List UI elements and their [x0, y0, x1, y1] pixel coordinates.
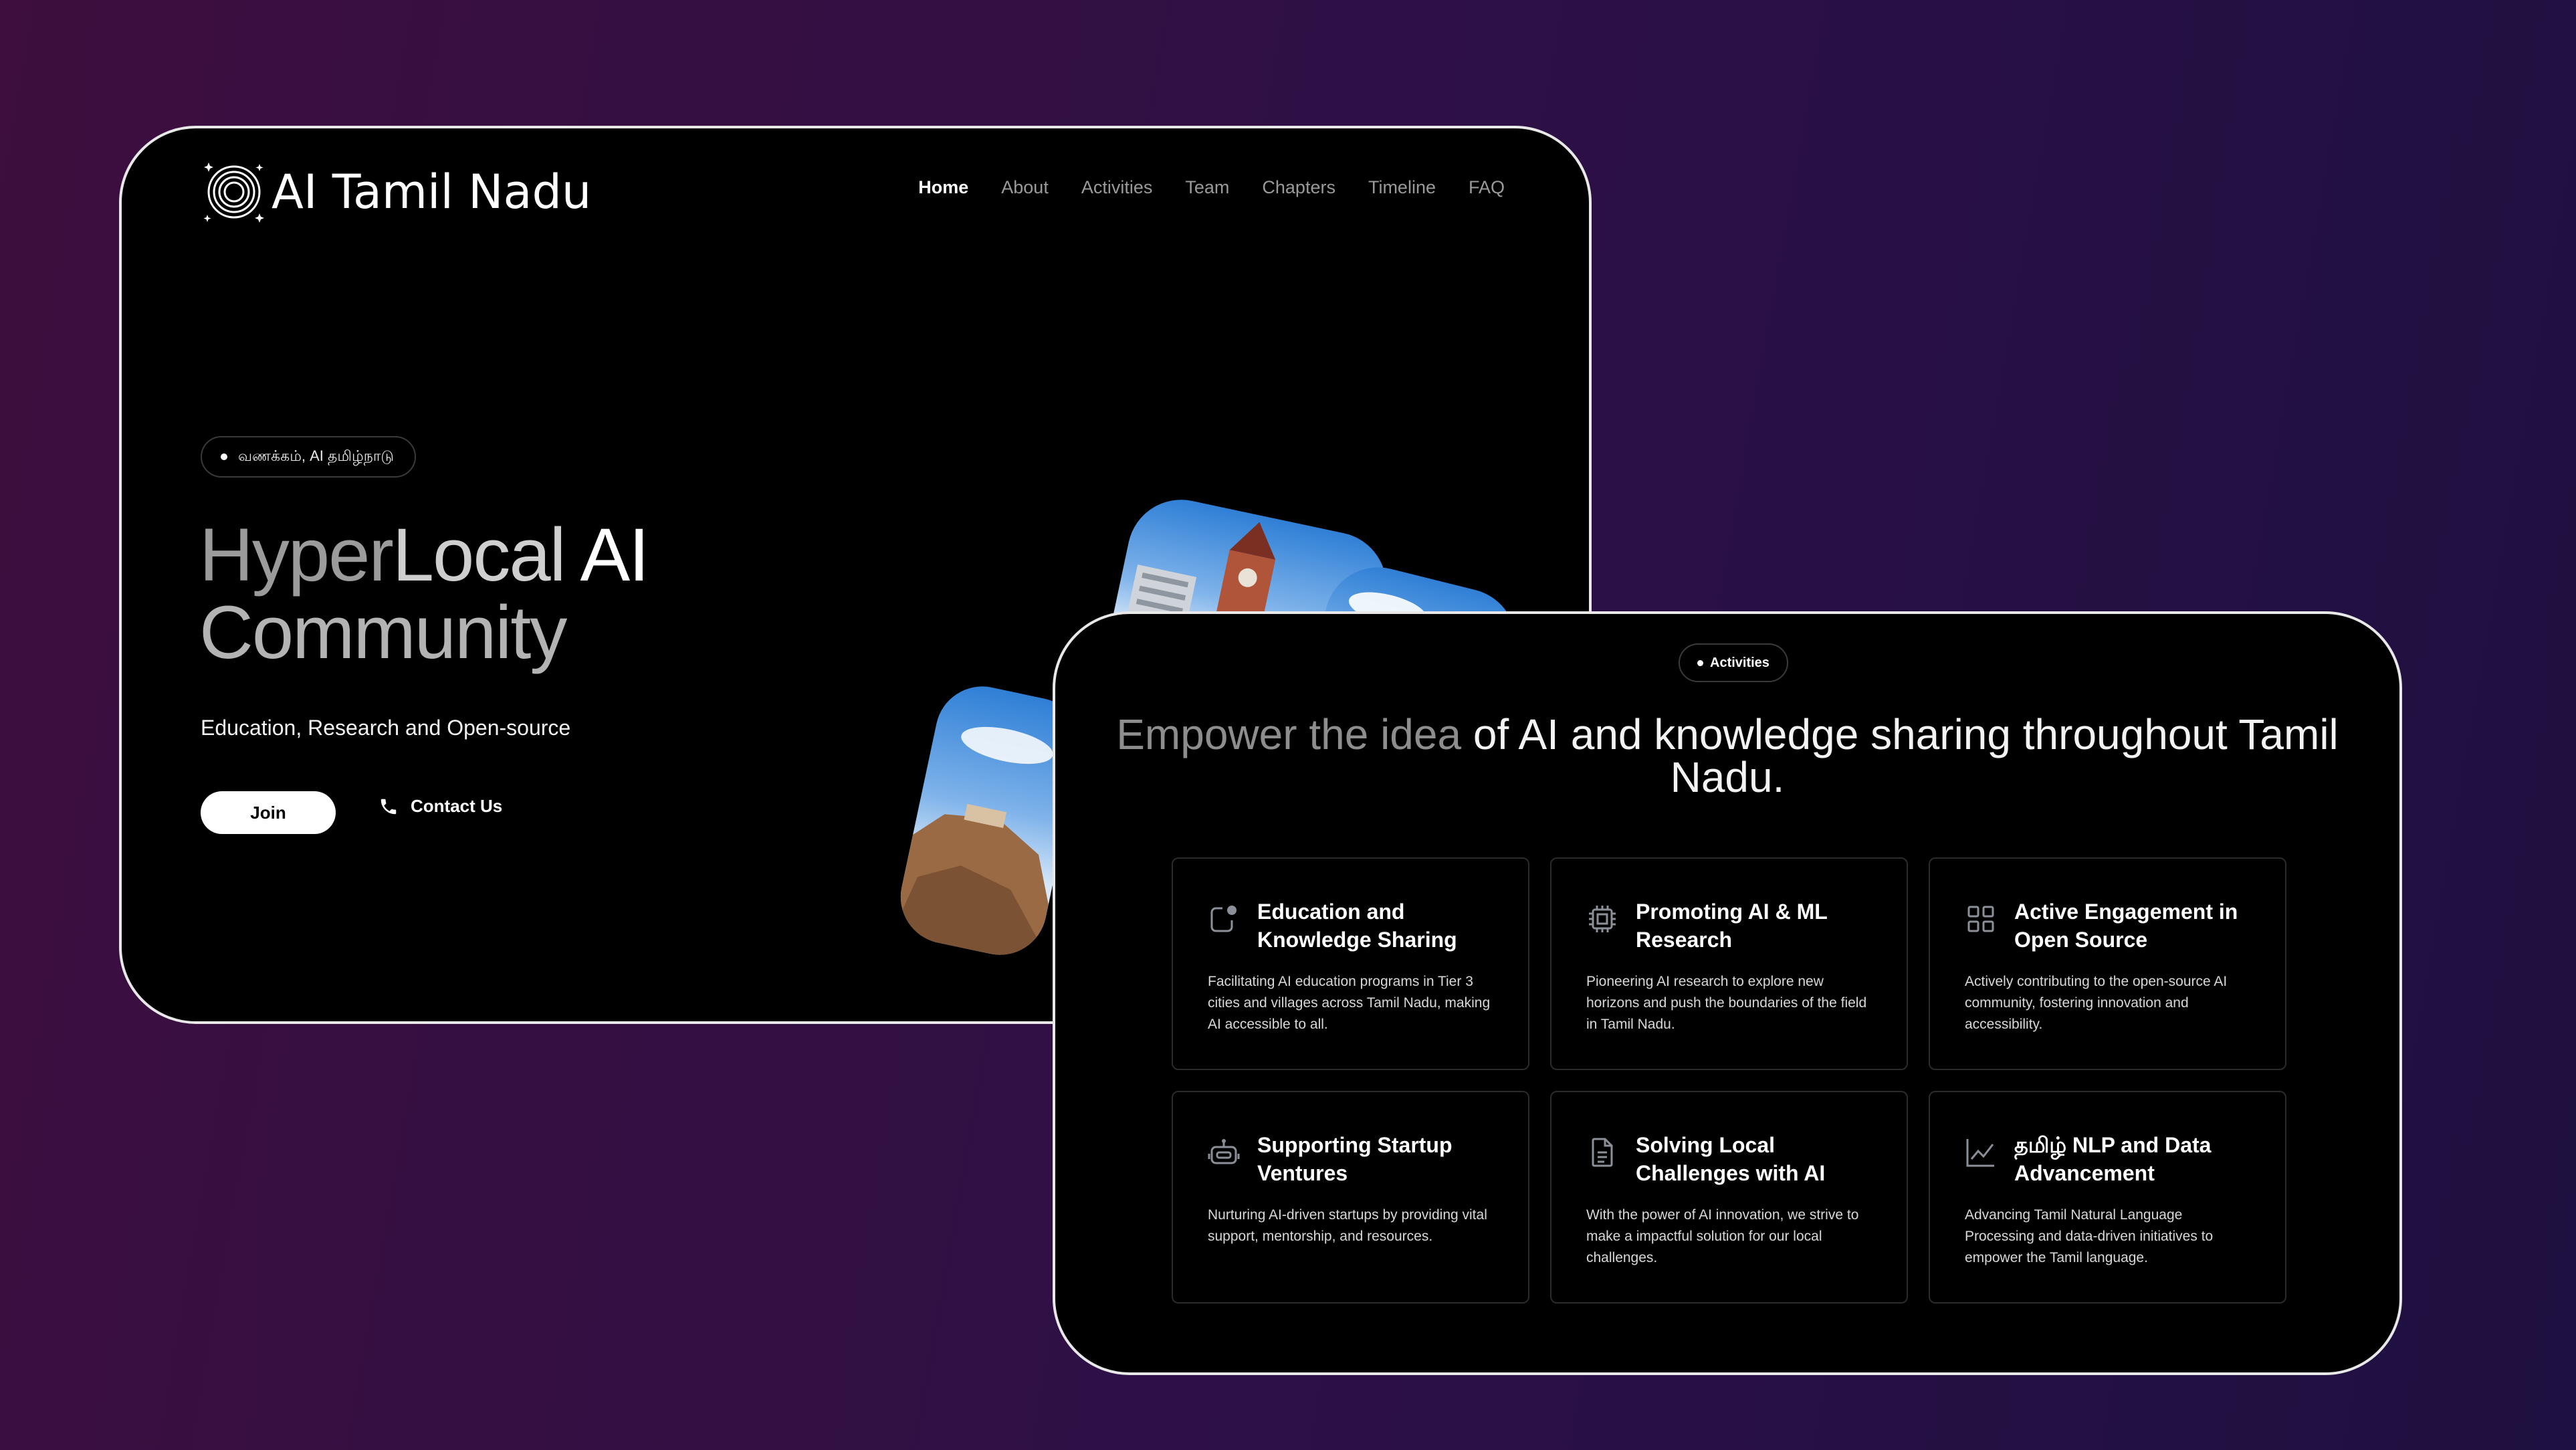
- hero-title-hyper: Hyper: [199, 513, 394, 597]
- cpu-chip-icon: [1589, 906, 1616, 932]
- activity-card[interactable]: Active Engagement in Open Source Activel…: [1929, 857, 2286, 1070]
- grid-icon: [1967, 906, 1994, 932]
- greeting-text: வணக்கம், AI தமிழ்நாடு: [238, 447, 394, 464]
- activity-card-title: Active Engagement in Open Source: [2014, 900, 2238, 952]
- activity-card[interactable]: Promoting AI & ML Research Pioneering AI…: [1550, 857, 1908, 1070]
- nav-timeline[interactable]: Timeline: [1368, 177, 1436, 198]
- activity-card[interactable]: Solving Local Challenges with AI With th…: [1550, 1091, 1908, 1304]
- phone-icon: [381, 799, 397, 814]
- concentric-circles-logo-icon: [203, 163, 264, 223]
- activity-card-desc: Facilitating AI education programs in Ti…: [1208, 974, 1491, 1032]
- contact-us-button[interactable]: Contact Us: [379, 796, 502, 817]
- brand-name: AI Tamil Nadu: [272, 165, 592, 219]
- hero-subtitle: Education, Research and Open-source: [201, 716, 571, 740]
- activity-card-desc: Actively contributing to the open-source…: [1965, 974, 2228, 1032]
- robot-icon: [1208, 1139, 1240, 1164]
- activities-heading: Empower the idea of AI and knowledge sha…: [1055, 713, 2399, 799]
- nav-faq[interactable]: FAQ: [1469, 177, 1505, 198]
- activity-card-desc: With the power of AI innovation, we stri…: [1586, 1207, 1859, 1265]
- activities-window: Activities Empower the idea of AI and kn…: [1053, 611, 2402, 1375]
- nav-activities[interactable]: Activities: [1081, 177, 1153, 198]
- nav-chapters[interactable]: Chapters: [1262, 177, 1335, 198]
- nav-home[interactable]: Home: [918, 177, 968, 198]
- activity-card-title: Education and Knowledge Sharing: [1257, 900, 1457, 952]
- nav-team[interactable]: Team: [1185, 177, 1229, 198]
- activities-heading-white: of AI and knowledge sharing throughout T…: [1473, 710, 2339, 801]
- activity-card-title: Promoting AI & ML Research: [1636, 900, 1828, 952]
- main-nav: Home About Activities Team Chapters Time…: [885, 177, 1505, 198]
- activity-card-title: Solving Local Challenges with AI: [1636, 1133, 1826, 1185]
- activity-card[interactable]: Education and Knowledge Sharing Facilita…: [1172, 857, 1529, 1070]
- activity-card-desc: Pioneering AI research to explore new ho…: [1586, 974, 1867, 1032]
- badge-dot-icon: [221, 453, 227, 460]
- brand-logo[interactable]: AI Tamil Nadu: [201, 159, 591, 225]
- hero-title-community: Community: [199, 591, 567, 674]
- greeting-badge: வணக்கம், AI தமிழ்நாடு: [201, 436, 416, 478]
- activity-card[interactable]: தமிழ் NLP and Data Advancement Advancing…: [1929, 1091, 2286, 1304]
- badge-dot-icon: [1697, 659, 1703, 666]
- activity-card-desc: Advancing Tamil Natural Language Process…: [1965, 1207, 2214, 1265]
- hero-title: HyperLocal AI Community: [199, 513, 649, 674]
- hero-title-ai: AI: [564, 513, 649, 597]
- hero-title-local: Local: [392, 513, 566, 597]
- activities-badge: Activities: [1679, 643, 1788, 682]
- activities-grid: Education and Knowledge Sharing Facilita…: [1172, 857, 2287, 1304]
- activity-card[interactable]: Supporting Startup Ventures Nurturing AI…: [1172, 1091, 1529, 1304]
- notification-dot-icon: [1210, 906, 1237, 932]
- activities-heading-grey: Empower the idea: [1116, 710, 1473, 758]
- line-chart-icon: [1966, 1139, 1994, 1167]
- activity-card-title: தமிழ் NLP and Data Advancement: [2014, 1133, 2212, 1185]
- activity-card-desc: Nurturing AI-driven startups by providin…: [1208, 1207, 1487, 1244]
- nav-about[interactable]: About: [1001, 177, 1049, 198]
- join-button[interactable]: Join: [201, 791, 336, 834]
- activity-card-title: Supporting Startup Ventures: [1257, 1133, 1453, 1185]
- document-icon: [1592, 1138, 1613, 1167]
- activities-badge-label: Activities: [1710, 655, 1769, 670]
- contact-us-label: Contact Us: [411, 796, 503, 816]
